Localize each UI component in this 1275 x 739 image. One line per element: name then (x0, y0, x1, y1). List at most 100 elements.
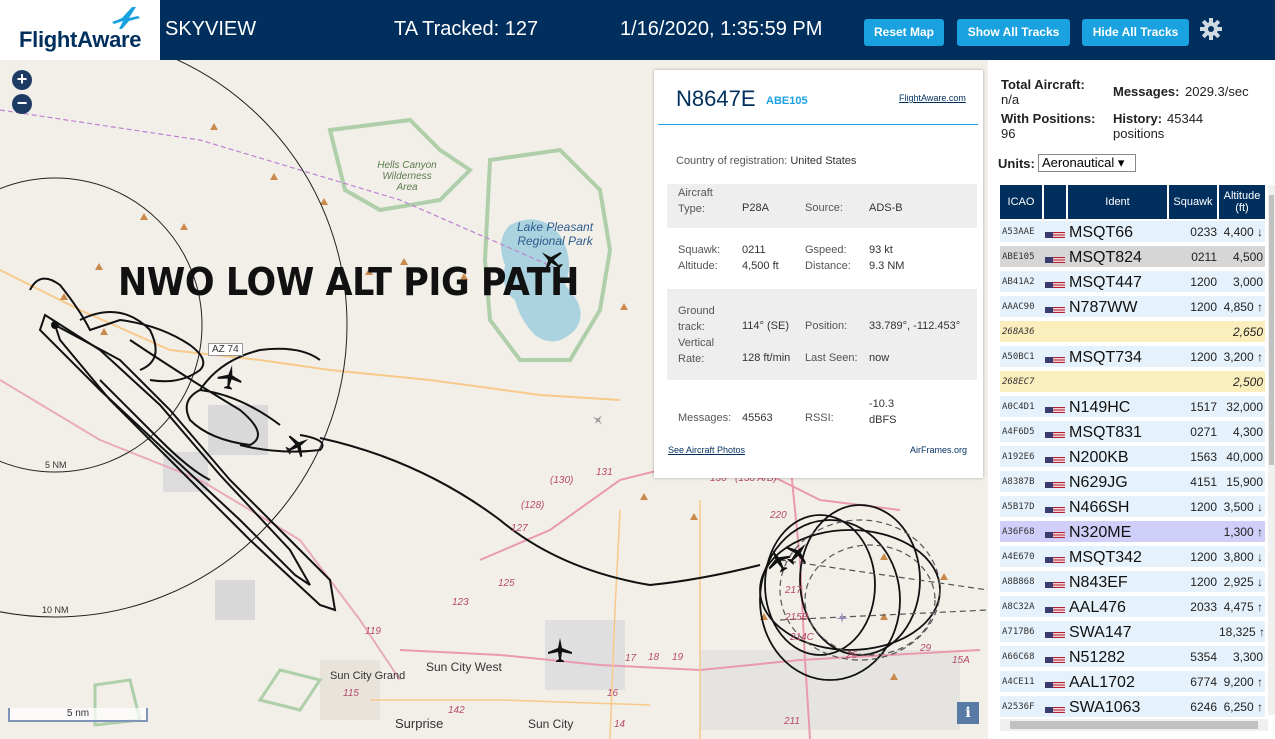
airframes-link[interactable]: AirFrames.org (910, 445, 967, 455)
row-icao: AAAC90 (1002, 302, 1035, 312)
vertical-scroll-thumb[interactable] (1269, 195, 1274, 465)
row-icao: ABE105 (1002, 252, 1035, 262)
row-altitude: 3,200 ↑ (1223, 350, 1263, 364)
row-icao: A8387B (1002, 477, 1035, 487)
row-ident: N149HC (1069, 399, 1131, 416)
rssi-value: -10.3 dBFS (869, 398, 897, 426)
flightaware-logo[interactable]: FlightAware (0, 0, 160, 60)
gear-icon[interactable] (1199, 17, 1223, 41)
table-row[interactable]: A4F6D5 MSQT831 0271 4,300 (1000, 421, 1265, 444)
us-flag-icon (1045, 477, 1067, 488)
tracked-count: TA Tracked: 127 (394, 18, 539, 40)
col-header-icao[interactable]: ICAO (1000, 185, 1042, 219)
horizontal-scrollbar[interactable] (1000, 719, 1268, 731)
row-altitude: 18,325 ↑ (1219, 625, 1265, 639)
col-header-altitude[interactable]: Altitude (ft) (1219, 185, 1265, 219)
aircraft-photos-link[interactable]: See Aircraft Photos (668, 445, 745, 455)
row-ident: SWA147 (1069, 624, 1132, 641)
table-row[interactable]: A0C4D1 N149HC 1517 32,000 (1000, 396, 1265, 419)
table-row[interactable]: A50BC1 MSQT734 1200 3,200 ↑ (1000, 346, 1265, 369)
messages-rate-value: 2029.3/sec (1185, 84, 1249, 99)
row-icao: A717B6 (1002, 627, 1035, 637)
map-label-lake: Lake Pleasant Regional Park (516, 220, 594, 248)
reset-map-button[interactable]: Reset Map (864, 19, 944, 46)
us-flag-icon (1045, 427, 1067, 438)
vertical-scrollbar[interactable] (1268, 185, 1275, 715)
row-ident: MSQT342 (1069, 549, 1142, 566)
map-label-sun-city: Sun City (528, 717, 574, 731)
row-squawk (1169, 371, 1217, 394)
road-label: 16 (607, 688, 619, 699)
col-header-ident[interactable]: Ident (1068, 185, 1167, 219)
road-label: 14 (614, 719, 626, 730)
table-row[interactable]: AB41A2 MSQT447 1200 3,000 (1000, 271, 1265, 294)
zoom-in-button[interactable]: + (12, 70, 32, 90)
row-ident: N843EF (1069, 574, 1128, 591)
type-value: P28A (742, 202, 769, 214)
row-squawk: 0211 (1191, 250, 1217, 264)
panel-divider (658, 124, 978, 125)
table-row[interactable]: A8387B N629JG 4151 15,900 (1000, 471, 1265, 494)
altitude-value: 4,500 ft (742, 260, 779, 272)
row-altitude: 4,500 (1232, 250, 1263, 264)
us-flag-icon (1045, 402, 1067, 413)
table-row[interactable]: A717B6 SWA147 18,325 ↑ (1000, 621, 1265, 644)
units-select[interactable]: Aeronautical ▾ (1038, 154, 1136, 172)
road-label: 142 (448, 705, 465, 716)
table-row[interactable]: AAAC90 N787WW 1200 4,850 ↑ (1000, 296, 1265, 319)
road-label: 119 (365, 626, 381, 637)
row-altitude: 3,500 ↓ (1223, 500, 1263, 514)
table-row[interactable]: A36F68 N320ME 1,300 ↑ (1000, 521, 1265, 544)
row-altitude: 4,850 ↑ (1223, 300, 1263, 314)
row-ident: N200KB (1069, 449, 1129, 466)
gspeed-label: Gspeed: (805, 244, 847, 256)
table-row[interactable]: 268A36 2,650 (1000, 321, 1265, 344)
road-label: 125 (498, 578, 515, 589)
us-flag-icon (1045, 352, 1067, 363)
show-all-tracks-button[interactable]: Show All Tracks (957, 19, 1070, 46)
table-row[interactable]: A53AAE MSQT66 0233 4,400 ↓ (1000, 221, 1265, 244)
country-label: Country of registration: (676, 155, 788, 167)
aircraft-sub-id: ABE105 (766, 95, 808, 107)
row-icao: 268EC7 (1002, 377, 1035, 387)
table-row[interactable]: A66C68 N51282 5354 3,300 (1000, 646, 1265, 669)
col-header-squawk[interactable]: Squawk (1169, 185, 1217, 219)
hide-all-tracks-button[interactable]: Hide All Tracks (1082, 19, 1189, 46)
table-row[interactable]: A192E6 N200KB 1563 40,000 (1000, 446, 1265, 469)
row-ident: N629JG (1069, 474, 1128, 491)
row-altitude: 2,500 (1232, 375, 1263, 389)
flightaware-link[interactable]: FlightAware.com (899, 93, 966, 103)
ground-track-label: Ground track: (678, 305, 715, 333)
road-label: 215B (785, 612, 809, 623)
row-squawk: 1200 (1190, 500, 1217, 514)
row-altitude: 32,000 (1226, 400, 1263, 414)
altitude-label: Altitude: (678, 260, 718, 272)
row-ident: N51282 (1069, 649, 1126, 666)
road-label: (130) (550, 475, 574, 486)
table-row[interactable]: A4CE11 AAL1702 6774 9,200 ↑ (1000, 671, 1265, 694)
road-label: 17 (625, 653, 637, 664)
with-positions-label: With Positions: (1001, 111, 1096, 126)
row-icao: A36F68 (1002, 527, 1035, 537)
col-header-flag[interactable] (1044, 185, 1066, 219)
map-label-az74: AZ 74 (208, 343, 243, 356)
map-info-button[interactable]: i (957, 702, 979, 724)
table-row[interactable]: A5B17D N466SH 1200 3,500 ↓ (1000, 496, 1265, 519)
table-row[interactable]: 268EC7 2,500 (1000, 371, 1265, 394)
zoom-out-button[interactable]: − (12, 94, 32, 114)
table-row[interactable]: A8C32A AAL476 2033 4,475 ↑ (1000, 596, 1265, 619)
us-flag-icon (1045, 677, 1067, 688)
map-label-wilderness: Hells Canyon Wilderness Area (377, 160, 437, 193)
messages-label: Messages: (678, 412, 732, 424)
type-label: Aircraft Type: (678, 187, 713, 215)
table-row[interactable]: A2536F SWA1063 6246 6,250 ↑ (1000, 696, 1265, 719)
us-flag-icon (1045, 702, 1067, 713)
table-row[interactable]: ABE105 MSQT824 0211 4,500 (1000, 246, 1265, 269)
ground-track-value: 114° (SE) (742, 320, 789, 332)
table-row[interactable]: A4E670 MSQT342 1200 3,800 ↓ (1000, 546, 1265, 569)
overlay-title: NWO LOW ALT PIG PATH (118, 260, 579, 304)
horizontal-scroll-thumb[interactable] (1010, 721, 1258, 729)
table-row[interactable]: A8B868 N843EF 1200 2,925 ↓ (1000, 571, 1265, 594)
row-altitude: 9,200 ↑ (1223, 675, 1263, 689)
last-seen-label: Last Seen: (805, 352, 858, 364)
